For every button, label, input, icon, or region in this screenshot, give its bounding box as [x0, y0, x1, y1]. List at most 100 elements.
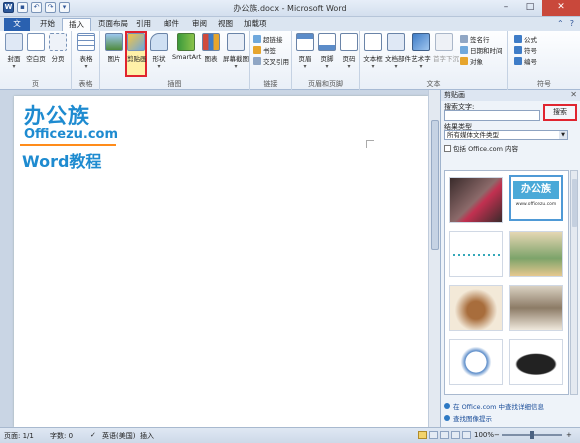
- drop-cap-button[interactable]: 首字下沉: [433, 33, 459, 63]
- include-office-checkbox[interactable]: 包括 Office.com 内容: [444, 143, 518, 153]
- pane-close-icon[interactable]: ✕: [570, 90, 577, 99]
- text-box-button[interactable]: 文本框 ▾: [362, 33, 384, 70]
- cross-reference-button[interactable]: 交叉引用: [253, 56, 289, 66]
- clip-art-results: 办公族 www.officezu.com: [444, 170, 569, 395]
- group-label-text: 文本: [426, 80, 441, 88]
- clip-thumbnail[interactable]: [509, 339, 563, 385]
- smartart-button[interactable]: SmartArt: [172, 33, 201, 61]
- zoom-out-button[interactable]: −: [494, 431, 500, 439]
- object-button[interactable]: 对象: [460, 56, 483, 66]
- group-label-header-footer: 页眉和页脚: [308, 80, 343, 88]
- tab-view[interactable]: 视图: [212, 18, 239, 31]
- close-button[interactable]: ✕: [542, 0, 580, 16]
- zoom-slider[interactable]: [502, 431, 562, 439]
- document-area: 办公族 Officezu.com Word教程: [0, 90, 440, 427]
- tab-insert[interactable]: 插入: [62, 18, 91, 31]
- shapes-button[interactable]: 形状 ▾: [148, 33, 170, 70]
- full-screen-icon[interactable]: [429, 431, 438, 439]
- screenshot-button[interactable]: 屏幕截图 ▾: [223, 33, 249, 70]
- group-label-pages: 页: [32, 80, 39, 88]
- tab-home[interactable]: 开始: [34, 18, 61, 31]
- status-bar: 页面: 1/1 字数: 0 ✓ 英语(美国) 插入 100% − +: [0, 427, 580, 443]
- zoom-slider-knob[interactable]: [530, 431, 534, 439]
- header-button[interactable]: 页眉 ▾: [294, 33, 316, 70]
- print-layout-icon[interactable]: [418, 431, 427, 439]
- clip-thumbnail[interactable]: 办公族 www.officezu.com: [509, 175, 563, 221]
- title-bar: W ▪ ↶ ↷ ▾ 办公族.docx - Microsoft Word – □ …: [0, 0, 580, 17]
- search-button[interactable]: 搜索: [543, 104, 577, 121]
- zoom-in-button[interactable]: +: [566, 431, 572, 439]
- clip-thumbnail[interactable]: [449, 285, 503, 331]
- document-scrollbar[interactable]: [428, 90, 440, 427]
- office-com-link[interactable]: 在 Office.com 中查找详细信息: [444, 401, 544, 411]
- outline-icon[interactable]: [451, 431, 460, 439]
- help-circle-icon: [444, 415, 450, 421]
- view-buttons: [418, 431, 471, 439]
- result-type-select[interactable]: 所有媒体文件类型 ▼: [444, 130, 568, 140]
- signature-line-button[interactable]: 签名行: [460, 34, 490, 44]
- scrollbar-thumb[interactable]: [431, 120, 439, 250]
- document-page[interactable]: 办公族 Officezu.com Word教程: [14, 96, 428, 427]
- checkbox[interactable]: [444, 144, 451, 152]
- clip-thumbnail[interactable]: [449, 231, 503, 277]
- tab-mailings[interactable]: 邮件: [158, 18, 185, 31]
- minimize-button[interactable]: –: [494, 0, 518, 16]
- group-pages: 封面 ▾ 空白页 分页 页: [0, 31, 72, 90]
- symbol-button[interactable]: 符号: [514, 45, 537, 55]
- page-number-button[interactable]: 页码 ▾: [338, 33, 360, 70]
- zoom-level[interactable]: 100%: [474, 431, 494, 439]
- group-symbols: 公式 符号 编号 符号: [508, 31, 580, 90]
- group-tables: 表格 ▾ 表格: [72, 31, 100, 90]
- officezu-logo-text: 办公族: [24, 104, 90, 128]
- minimize-ribbon-icon[interactable]: ⌃: [557, 19, 564, 28]
- results-scrollbar[interactable]: [570, 170, 578, 395]
- page-count[interactable]: 页面: 1/1: [4, 431, 34, 441]
- draft-icon[interactable]: [462, 431, 471, 439]
- maximize-button[interactable]: □: [518, 0, 542, 16]
- clip-logo-text: 办公族: [513, 181, 559, 199]
- clip-art-button[interactable]: 剪贴画: [125, 31, 147, 77]
- word-count[interactable]: 字数: 0: [50, 431, 73, 441]
- quick-parts-button[interactable]: 文档部件 ▾: [385, 33, 411, 70]
- footer-button[interactable]: 页脚 ▾: [316, 33, 338, 70]
- tab-addins[interactable]: 加载项: [238, 18, 273, 31]
- clip-thumbnail[interactable]: [449, 177, 503, 223]
- search-input[interactable]: [444, 110, 540, 121]
- tab-page-layout[interactable]: 页面布局: [92, 18, 134, 31]
- chart-button[interactable]: 图表: [200, 33, 222, 63]
- clip-art-pane: 剪贴画 ✕ 搜索文字: 搜索 结果类型 所有媒体文件类型 ▼ 包括 Office.…: [440, 90, 580, 427]
- proofing-icon[interactable]: ✓: [90, 431, 96, 439]
- group-label-tables: 表格: [78, 80, 93, 88]
- cover-button[interactable]: 封面 ▾: [3, 33, 25, 70]
- date-time-button[interactable]: 日期和时间: [460, 45, 503, 55]
- tab-review[interactable]: 审阅: [186, 18, 213, 31]
- tab-file[interactable]: 文件: [4, 18, 30, 40]
- bookmark-button[interactable]: 书签: [253, 45, 276, 55]
- help-icon[interactable]: ?: [570, 19, 574, 28]
- table-button[interactable]: 表格 ▾: [75, 33, 97, 70]
- blank-page-button[interactable]: 空白页: [25, 33, 47, 63]
- hyperlink-button[interactable]: 超链接: [253, 34, 283, 44]
- officezu-logo-subtitle: Officezu.com: [24, 127, 119, 142]
- clip-thumbnail[interactable]: [509, 285, 563, 331]
- picture-button[interactable]: 图片: [103, 33, 125, 63]
- language-indicator[interactable]: 英语(美国): [102, 431, 135, 441]
- ribbon: 封面 ▾ 空白页 分页 页 表格 ▾ 表格 图片 剪贴画 形状 ▾ SmartArt …: [0, 31, 580, 90]
- wordart-button[interactable]: 艺术字 ▾: [410, 33, 432, 70]
- clip-thumbnail[interactable]: [449, 339, 503, 385]
- page-break-button[interactable]: 分页: [47, 33, 69, 63]
- window-controls: – □ ✕: [494, 0, 580, 16]
- chevron-down-icon: ▼: [559, 131, 567, 139]
- insert-mode[interactable]: 插入: [140, 431, 154, 441]
- group-header-footer: 页眉 ▾ 页脚 ▾ 页码 ▾ 页眉和页脚: [292, 31, 360, 90]
- image-tips-link[interactable]: 查找图像提示: [444, 413, 492, 423]
- group-text: 文本框 ▾ 文档部件 ▾ 艺术字 ▾ 首字下沉 签名行 日期和时间 对象 文本: [360, 31, 508, 90]
- results-scrollbar-thumb[interactable]: [572, 179, 577, 227]
- tab-references[interactable]: 引用: [130, 18, 157, 31]
- equation-button[interactable]: 公式: [514, 34, 537, 44]
- web-layout-icon[interactable]: [440, 431, 449, 439]
- text-margin-mark: [366, 140, 374, 148]
- numbering-button[interactable]: 编号: [514, 56, 537, 66]
- group-links: 超链接 书签 交叉引用 链接: [250, 31, 292, 90]
- clip-thumbnail[interactable]: [509, 231, 563, 277]
